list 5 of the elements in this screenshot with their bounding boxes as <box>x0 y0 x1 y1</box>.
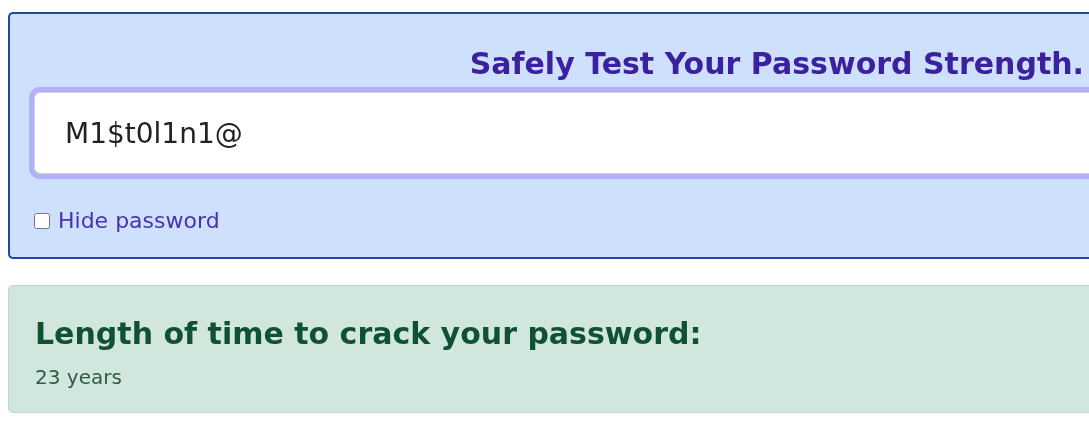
hide-password-label[interactable]: Hide password <box>58 204 220 237</box>
panel-title: Safely Test Your Password Strength. <box>468 46 1084 82</box>
crack-time-value: 23 years <box>35 364 123 391</box>
hide-password-checkbox[interactable] <box>34 212 50 229</box>
result-heading: Length of time to crack your password: <box>35 316 703 352</box>
